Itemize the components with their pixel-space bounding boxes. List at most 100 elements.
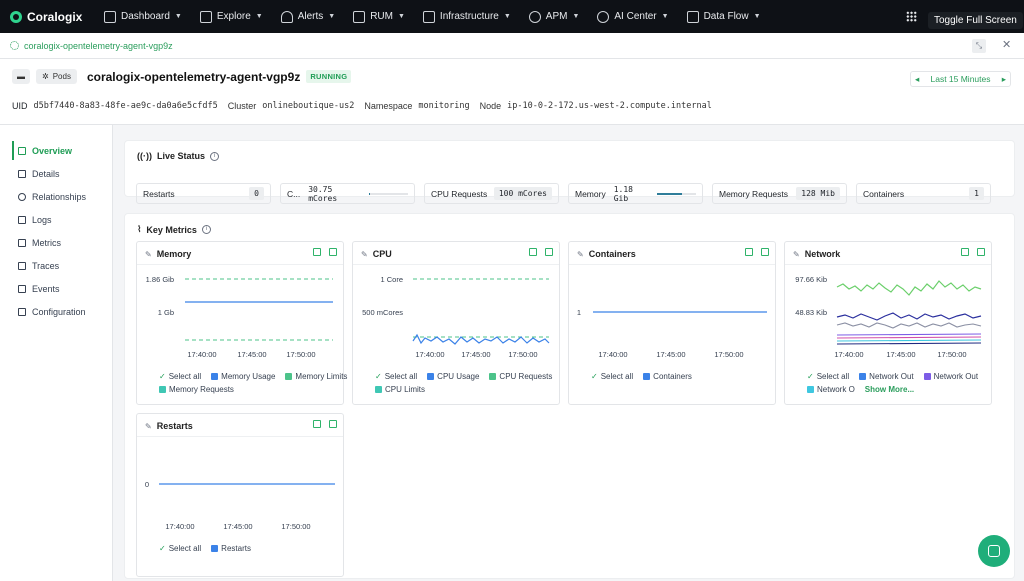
cpu-usage-line (412, 333, 550, 345)
legend-select-all[interactable]: ✓ Select all (159, 544, 201, 553)
y-tick-label: 1 Gb (158, 308, 174, 317)
expand-icon[interactable] (313, 248, 321, 256)
collapse-icon: ⤡ (975, 41, 983, 50)
sidebar-item-details[interactable]: Details (0, 162, 112, 185)
legend-select-all[interactable]: ✓ Select all (807, 372, 849, 381)
chevron-left-icon[interactable]: ◂ (915, 74, 919, 85)
legend-label: Select all (600, 372, 634, 381)
legend-swatch (159, 386, 166, 393)
live-status-title: ((·)) Live Status i (137, 151, 220, 161)
nav-label: Data Flow (703, 11, 749, 22)
nav-alerts[interactable]: Alerts ▼ (272, 0, 345, 33)
sidebar-item-label: Logs (32, 214, 52, 225)
info-icon[interactable]: i (201, 225, 211, 234)
stat-value: 1.18 Gib (613, 184, 633, 203)
pin-icon[interactable]: ✎ (361, 250, 368, 259)
pin-icon[interactable]: ✎ (145, 422, 152, 431)
stat-label: C... (287, 188, 301, 199)
close-icon[interactable]: ✕ (1002, 38, 1011, 51)
comment-icon[interactable] (977, 248, 985, 256)
nav-dashboard[interactable]: Dashboard ▼ (95, 0, 191, 33)
nav-data-flow[interactable]: Data Flow ▼ (678, 0, 770, 33)
legend-memory-requests[interactable]: Memory Requests (159, 385, 234, 394)
tab-label: coralogix-opentelemetry-agent-vgp9z (24, 40, 173, 51)
sidebar-item-label: Details (32, 168, 60, 179)
legend-swatch (923, 373, 931, 380)
resource-type-button[interactable]: ▬ (12, 69, 30, 84)
nav-ai-center[interactable]: AI Center ▼ (588, 0, 677, 33)
sidebar: Overview Details Relationships Logs Metr… (0, 125, 113, 581)
expand-icon[interactable] (745, 248, 753, 256)
legend-swatch (285, 373, 293, 380)
legend-cpu-requests[interactable]: CPU Requests (489, 372, 552, 381)
sidebar-item-metrics[interactable]: Metrics (0, 231, 112, 254)
memory-legend: ✓ Select all Memory Usage Memory Limits M… (159, 372, 349, 394)
top-navbar: Coralogix Dashboard ▼ Explore ▼ Alerts ▼ RU… (0, 0, 1024, 33)
nav-explore[interactable]: Explore ▼ (191, 0, 272, 33)
info-icon[interactable]: i (210, 151, 220, 161)
expand-icon[interactable] (529, 248, 537, 256)
legend-label: Restarts (221, 544, 251, 553)
x-tick-label: 17:50:00 (281, 522, 310, 531)
meta-uid-value: d5bf7440-8a83-48fe-ae9c-da0a6e5cfdf5 (33, 101, 218, 111)
sidebar-item-traces[interactable]: Traces (0, 254, 112, 277)
sidebar-item-overview[interactable]: Overview (0, 139, 112, 162)
sidebar-item-logs[interactable]: Logs (0, 208, 112, 231)
nav-rum[interactable]: RUM ▼ (344, 0, 414, 33)
legend-memory-limits[interactable]: Memory Limits (285, 372, 347, 381)
legend-network-out-3[interactable]: Network O (807, 385, 855, 394)
broadcast-icon: ((·)) (137, 151, 152, 161)
stat-value: 1 (969, 187, 984, 200)
expand-icon[interactable] (313, 420, 321, 428)
sidebar-item-label: Metrics (32, 237, 61, 248)
nav-label: Alerts (297, 11, 324, 22)
apps-grid-icon[interactable] (906, 11, 917, 22)
legend-select-all[interactable]: ✓ Select all (591, 372, 633, 381)
pin-icon[interactable]: ✎ (577, 250, 584, 259)
sidebar-item-events[interactable]: Events (0, 277, 112, 300)
sidebar-item-relationships[interactable]: Relationships (0, 185, 112, 208)
stat-cpu-requests: CPU Requests 100 mCores (424, 183, 559, 204)
comment-icon[interactable] (329, 248, 337, 256)
memory-usage-fill (657, 192, 682, 195)
pin-icon[interactable]: ✎ (145, 250, 152, 259)
comment-icon[interactable] (329, 420, 337, 428)
toggle-fullscreen-button[interactable]: ⤡ (972, 39, 986, 53)
comment-icon[interactable] (545, 248, 553, 256)
legend-restarts[interactable]: Restarts (211, 544, 251, 553)
legend-cpu-limits[interactable]: CPU Limits (375, 385, 425, 394)
comment-icon[interactable] (761, 248, 769, 256)
legend-memory-usage[interactable]: Memory Usage (211, 372, 275, 381)
legend-network-out-2[interactable]: Network Out (923, 372, 978, 381)
legend-select-all[interactable]: ✓ Select all (375, 372, 417, 381)
nav-infrastructure[interactable]: Infrastructure ▼ (414, 0, 520, 33)
tab-pod[interactable]: coralogix-opentelemetry-agent-vgp9z (10, 41, 173, 51)
sidebar-item-configuration[interactable]: Configuration (0, 300, 112, 323)
stat-label: CPU Requests (431, 188, 488, 199)
legend-network-out[interactable]: Network Out (859, 372, 914, 381)
show-more-link[interactable]: Show More... (865, 385, 914, 394)
x-tick-label: 17:40:00 (165, 522, 194, 531)
sidebar-item-label: Traces (32, 260, 60, 271)
meta-label: Node (479, 101, 502, 111)
legend-cpu-usage[interactable]: CPU Usage (427, 372, 479, 381)
expand-icon[interactable] (961, 248, 969, 256)
stat-value: 30.75 mCores (308, 184, 338, 203)
y-tick-label: 500 mCores (362, 308, 403, 317)
time-range-picker[interactable]: ◂ Last 15 Minutes ▸ (910, 71, 1011, 87)
legend-swatch (211, 373, 219, 380)
legend-select-all[interactable]: ✓ Select all (159, 372, 201, 381)
legend-label: Network Out (869, 372, 914, 381)
stat-value: 0 (249, 187, 264, 200)
nav-apm[interactable]: APM ▼ (520, 0, 589, 33)
relationships-icon (18, 192, 26, 201)
legend-containers[interactable]: Containers (643, 372, 692, 381)
tab-bar: coralogix-opentelemetry-agent-vgp9z ⤡ ✕ (0, 33, 1024, 59)
legend-label: Select all (168, 544, 202, 553)
coralogix-logo[interactable]: Coralogix (10, 10, 90, 24)
pin-icon[interactable]: ✎ (793, 250, 800, 259)
network-card: ✎ Network 97.66 Kib 48.83 Kib 17:40:00 17… (784, 241, 992, 405)
chat-support-button[interactable] (978, 535, 1010, 567)
nav-label: Infrastructure (439, 11, 499, 22)
chevron-right-icon[interactable]: ▸ (1002, 74, 1006, 85)
